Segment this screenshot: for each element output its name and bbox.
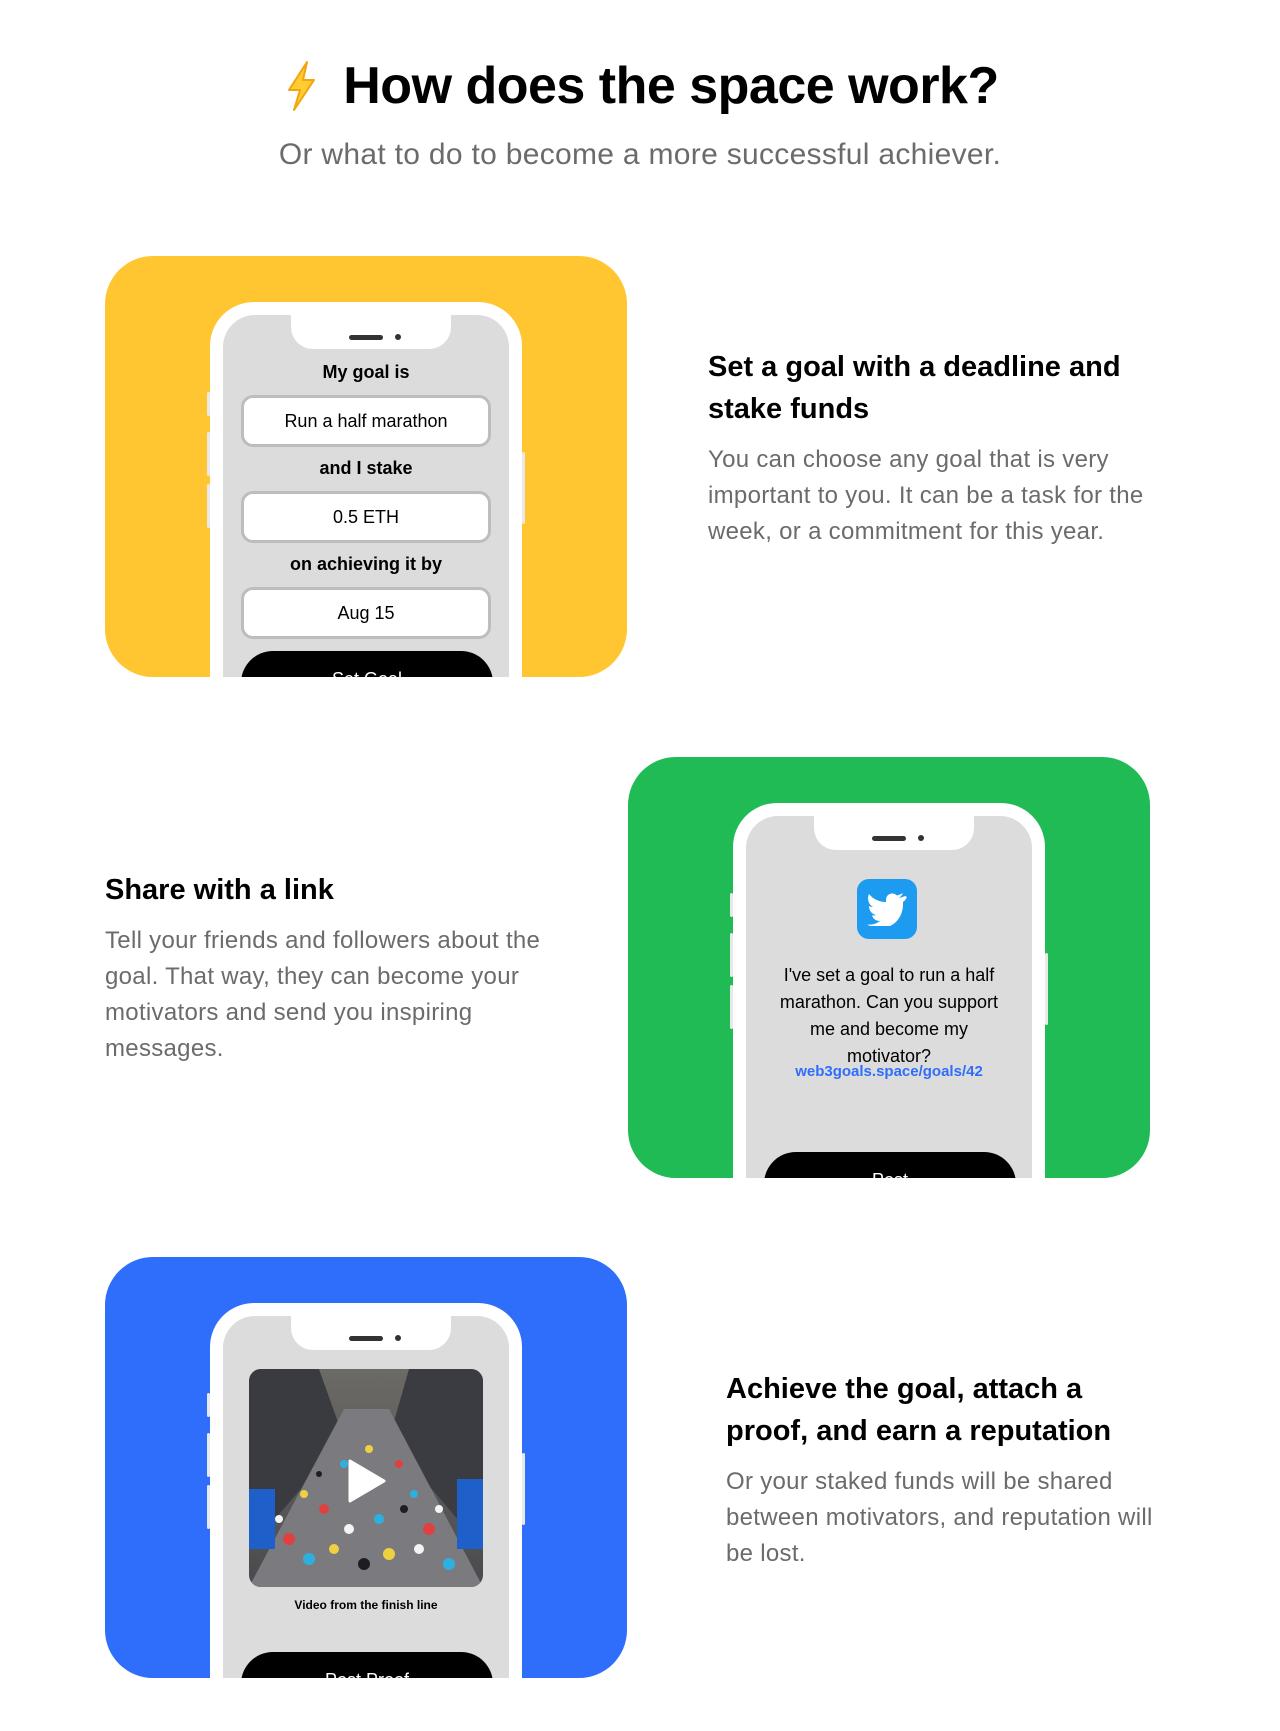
phone-screen: I've set a goal to run a half marathon. … [746, 816, 1032, 1178]
step-2-title: Share with a link [105, 874, 334, 906]
step-2-text: Share with a link Tell your friends and … [105, 869, 545, 1067]
set-goal-button[interactable]: Set Goal [241, 651, 493, 677]
step-1-text: Set a goal with a deadline and stake fun… [708, 346, 1148, 550]
step-3-illustration: Video from the finish line Post Proof [105, 1257, 627, 1678]
video-thumbnail[interactable] [249, 1369, 483, 1587]
phone-mockup: My goal is Run a half marathon and I sta… [207, 302, 525, 677]
step-1-illustration: My goal is Run a half marathon and I sta… [105, 256, 627, 677]
step-1-description: You can choose any goal that is very imp… [708, 446, 1144, 545]
post-button[interactable]: Post [764, 1152, 1016, 1178]
deadline-label: on achieving it by [289, 554, 443, 574]
phone-mockup: Video from the finish line Post Proof [207, 1303, 525, 1678]
step-3-text: Achieve the goal, attach a proof, and ea… [726, 1368, 1166, 1572]
post-proof-button[interactable]: Post Proof [241, 1652, 493, 1678]
step-3-title: Achieve the goal, attach a proof, and ea… [726, 1373, 1112, 1447]
lightning-bolt-icon [288, 61, 316, 111]
stake-label: and I stake [319, 458, 413, 478]
page-subtitle: Or what to do to become a more successfu… [278, 138, 1002, 171]
title-row: How does the space work? [0, 56, 1280, 116]
page-title: How does the space work? [343, 57, 999, 115]
step-1-title: Set a goal with a deadline and stake fun… [708, 351, 1121, 425]
goal-link[interactable]: web3goals.space/goals/42 [746, 1063, 1032, 1080]
goal-label: My goal is [322, 362, 410, 382]
phone-screen: Video from the finish line Post Proof [223, 1316, 509, 1678]
phone-mockup: I've set a goal to run a half marathon. … [730, 803, 1048, 1178]
goal-input[interactable]: Run a half marathon [241, 395, 491, 447]
stake-input[interactable]: 0.5 ETH [241, 491, 491, 543]
step-2-description: Tell your friends and followers about th… [105, 927, 541, 1062]
step-2-illustration: I've set a goal to run a half marathon. … [628, 757, 1150, 1178]
twitter-icon [857, 879, 917, 939]
phone-screen: My goal is Run a half marathon and I sta… [223, 315, 509, 677]
video-caption: Video from the finish line [294, 1598, 438, 1612]
section-header: How does the space work? Or what to do t… [0, 56, 1280, 172]
tweet-message: I've set a goal to run a half marathon. … [779, 965, 999, 1066]
play-icon[interactable] [346, 1459, 386, 1503]
step-3-description: Or your staked funds will be shared betw… [726, 1468, 1153, 1567]
deadline-input[interactable]: Aug 15 [241, 587, 491, 639]
